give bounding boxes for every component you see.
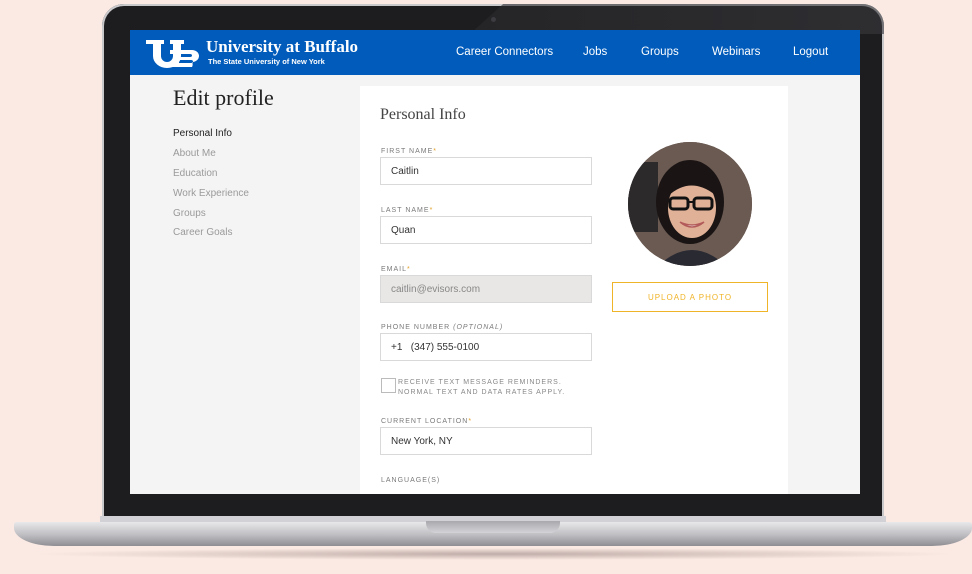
profile-photo-icon xyxy=(628,142,752,266)
nav-webinars[interactable]: Webinars xyxy=(712,46,760,58)
university-subtitle: The State University of New York xyxy=(208,57,325,66)
location-field[interactable]: New York, NY xyxy=(380,427,592,455)
sidebar-item-groups[interactable]: Groups xyxy=(173,208,206,219)
email-label: EMAIL* xyxy=(381,266,411,273)
phone-number: (347) 555-0100 xyxy=(410,342,480,353)
laptop-shadow xyxy=(30,548,960,560)
last-name-label: LAST NAME* xyxy=(381,207,434,214)
section-title: Personal Info xyxy=(380,106,466,123)
camera-icon xyxy=(491,17,496,22)
ub-logo-icon xyxy=(146,40,199,68)
nav-jobs[interactable]: Jobs xyxy=(583,46,607,58)
sidebar-item-work-experience[interactable]: Work Experience xyxy=(173,188,249,199)
sms-reminder-label: RECEIVE TEXT MESSAGE REMINDERS. NORMAL TE… xyxy=(398,379,566,396)
page-title: Edit profile xyxy=(173,85,274,110)
languages-label: LANGUAGE(S) xyxy=(381,477,441,484)
last-name-field[interactable]: Quan xyxy=(380,216,592,244)
location-label: CURRENT LOCATION* xyxy=(381,418,473,425)
sidebar-item-education[interactable]: Education xyxy=(173,168,217,179)
nav-logout[interactable]: Logout xyxy=(793,46,828,58)
laptop-notch xyxy=(426,521,560,533)
email-field: caitlin@evisors.com xyxy=(380,275,592,303)
phone-label: PHONE NUMBER (OPTIONAL) xyxy=(381,324,504,331)
sidebar-item-personal-info[interactable]: Personal Info xyxy=(173,128,232,139)
sms-reminder-checkbox[interactable] xyxy=(381,378,396,393)
upload-photo-button[interactable]: UPLOAD A PHOTO xyxy=(612,282,768,312)
country-code[interactable]: +1 xyxy=(391,342,402,353)
avatar xyxy=(628,142,752,266)
first-name-field[interactable]: Caitlin xyxy=(380,157,592,185)
sidebar-item-about-me[interactable]: About Me xyxy=(173,148,216,159)
top-header: University at Buffalo The State Universi… xyxy=(130,30,860,75)
university-name[interactable]: University at Buffalo xyxy=(206,38,358,56)
profile-card: Personal Info FIRST NAME* Caitlin LAST N… xyxy=(360,86,788,494)
phone-field[interactable]: +1 (347) 555-0100 xyxy=(380,333,592,361)
sidebar-item-career-goals[interactable]: Career Goals xyxy=(173,227,232,238)
nav-career-connectors[interactable]: Career Connectors xyxy=(456,46,553,58)
nav-groups[interactable]: Groups xyxy=(641,46,679,58)
screen: University at Buffalo The State Universi… xyxy=(130,30,860,494)
first-name-label: FIRST NAME* xyxy=(381,148,437,155)
